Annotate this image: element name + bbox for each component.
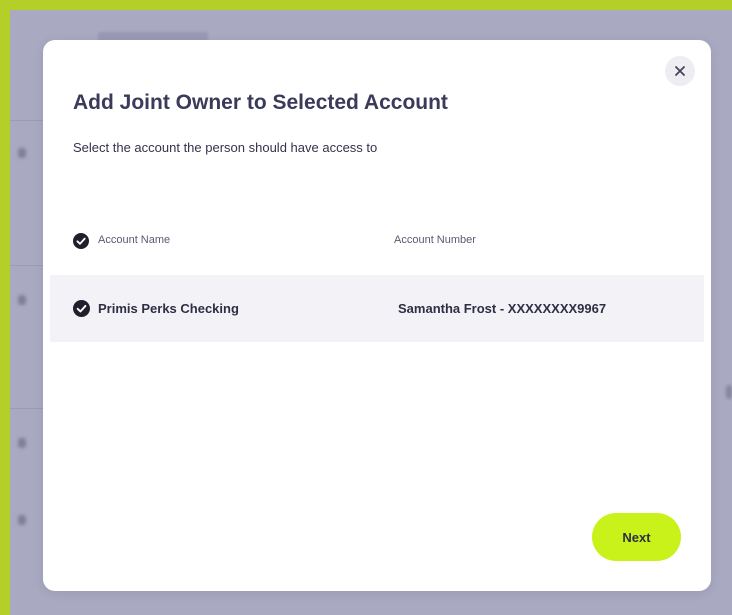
table-row[interactable]: Primis Perks Checking Samantha Frost - X… <box>50 275 704 342</box>
row-account-name: Primis Perks Checking <box>98 301 239 316</box>
check-circle-icon <box>73 233 89 249</box>
close-icon <box>675 66 685 76</box>
background-icon <box>18 515 26 525</box>
next-button[interactable]: Next <box>592 513 681 561</box>
select-all-checkbox[interactable] <box>73 233 89 249</box>
add-joint-owner-modal: Add Joint Owner to Selected Account Sele… <box>43 40 711 591</box>
modal-title: Add Joint Owner to Selected Account <box>73 91 448 114</box>
close-button[interactable] <box>665 56 695 86</box>
modal-subtitle: Select the account the person should hav… <box>73 140 378 155</box>
background-icon <box>18 438 26 448</box>
check-circle-icon <box>73 300 90 317</box>
row-account-number: Samantha Frost - XXXXXXXX9967 <box>398 301 607 316</box>
background-icon <box>18 148 26 158</box>
column-header-account-name: Account Name <box>98 234 171 246</box>
column-header-account-number: Account Number <box>394 234 476 246</box>
row-select-checkbox[interactable] <box>73 300 90 317</box>
account-table-header: Account Name Account Number <box>73 232 693 250</box>
background-icon <box>18 295 26 305</box>
background-icon <box>726 385 732 399</box>
